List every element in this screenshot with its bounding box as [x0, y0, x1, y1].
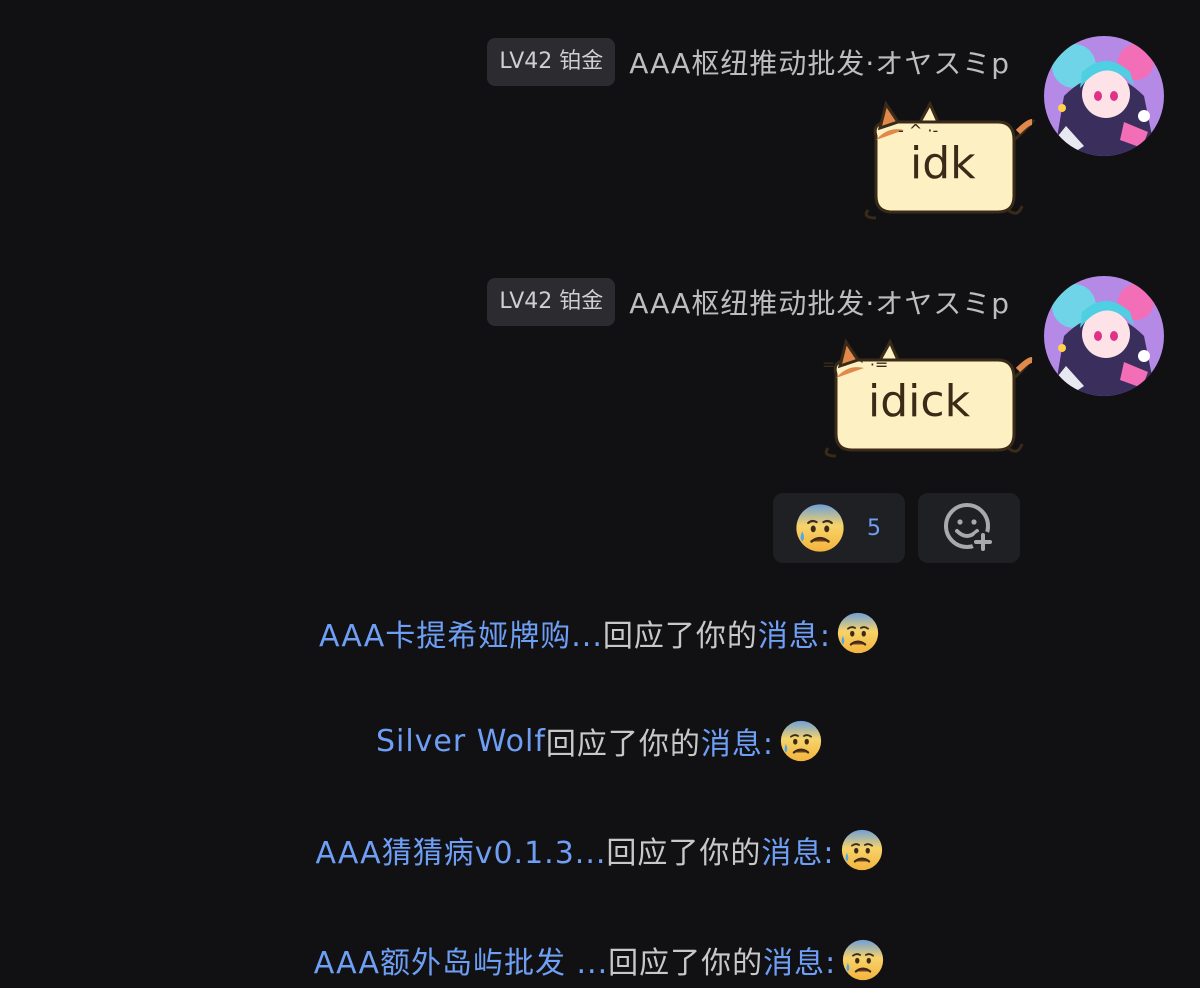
reaction-notification: AAA卡提希娅牌购... 回应了你的 消息:: [0, 605, 1200, 661]
anxious-sweat-face-icon: [778, 718, 824, 764]
sticker-text: idick: [868, 376, 971, 427]
notification-message-link[interactable]: 消息:: [701, 719, 774, 763]
notification-user[interactable]: AAA猜猜病v0.1.3...: [315, 828, 606, 872]
sender-row: LV42 铂金 AAA枢纽推动批发·オヤスミp: [487, 277, 1010, 327]
notification-text: 回应了你的: [545, 727, 701, 762]
sender-name[interactable]: AAA枢纽推动批发·オヤスミp: [629, 42, 1010, 82]
cat-sticker[interactable]: = - ^ ·= idick: [818, 338, 1038, 473]
notification-user[interactable]: AAA额外岛屿批发 ...: [314, 938, 608, 982]
anxious-sweat-face-icon: [835, 610, 881, 656]
notification-user[interactable]: AAA卡提希娅牌购...: [319, 611, 603, 655]
level-badge: LV42 铂金: [487, 278, 616, 326]
chat-message: LV42 铂金 AAA枢纽推动批发·オヤスミp: [0, 240, 1200, 490]
sender-row: LV42 铂金 AAA枢纽推动批发·オヤスミp: [487, 37, 1010, 87]
notification-message-link[interactable]: 消息:: [758, 611, 831, 655]
notification-text: 回应了你的: [608, 946, 764, 981]
anxious-sweat-face-icon: [840, 937, 886, 983]
reaction-notification: AAA额外岛屿批发 ... 回应了你的 消息:: [0, 932, 1200, 988]
sender-name[interactable]: AAA枢纽推动批发·オヤスミp: [629, 282, 1010, 322]
anxious-sweat-face-icon: [793, 501, 847, 555]
add-reaction-icon: [944, 503, 994, 553]
notification-message-link[interactable]: 消息:: [763, 938, 836, 982]
notification-message-link[interactable]: 消息:: [761, 828, 834, 872]
reaction-chip[interactable]: 5: [773, 493, 905, 563]
reaction-count: 5: [867, 515, 881, 541]
level-badge: LV42 铂金: [487, 38, 616, 86]
svg-text:= - ^ ·=: = - ^ ·=: [822, 355, 888, 374]
anime-avatar[interactable]: [1044, 276, 1164, 396]
sticker-text: idk: [910, 138, 976, 189]
anxious-sweat-face-icon: [839, 827, 885, 873]
notification-text: 回应了你的: [606, 836, 762, 871]
reaction-notification: Silver Wolf 回应了你的 消息:: [0, 713, 1200, 769]
notification-user[interactable]: Silver Wolf: [376, 724, 546, 759]
anime-avatar[interactable]: [1044, 36, 1164, 156]
reaction-notification: AAA猜猜病v0.1.3... 回应了你的 消息:: [0, 822, 1200, 878]
chat-message: LV42 铂金 AAA枢纽推动批发·オヤスミp: [0, 0, 1200, 240]
add-reaction-button[interactable]: [918, 493, 1020, 563]
cat-sticker[interactable]: - ^ ·- idk: [858, 100, 1038, 235]
notification-text: 回应了你的: [602, 619, 758, 654]
